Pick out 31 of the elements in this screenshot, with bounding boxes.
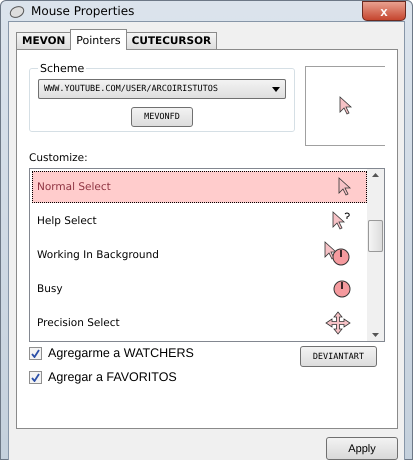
checkbox-label: Agregar a FAVORITOS bbox=[48, 370, 177, 384]
tab[interactable]: MEVON bbox=[16, 32, 72, 50]
list-item[interactable]: Precision Select bbox=[32, 307, 367, 339]
arrow-cursor-icon bbox=[338, 177, 352, 197]
move-cursor-icon bbox=[324, 311, 352, 335]
list-item[interactable]: Normal Select bbox=[32, 171, 367, 203]
tab[interactable]: Pointers bbox=[70, 29, 127, 50]
tab[interactable]: CUTECURSOR bbox=[126, 32, 218, 50]
scheme-dropdown[interactable]: WWW.YOUTUBE.COM/USER/ARCOIRISTUTOS bbox=[38, 79, 286, 99]
deviantart-button[interactable]: DEVIANTART bbox=[300, 346, 377, 367]
checkbox[interactable] bbox=[29, 346, 42, 360]
close-button[interactable]: x bbox=[362, 1, 406, 21]
scrollbar[interactable] bbox=[367, 169, 384, 341]
apply-button[interactable]: Apply bbox=[326, 437, 398, 460]
list-item[interactable]: Busy bbox=[32, 273, 367, 305]
scheme-label: Scheme bbox=[39, 62, 86, 75]
checkbox[interactable] bbox=[29, 370, 42, 384]
customize-label: Customize: bbox=[29, 152, 89, 164]
scroll-thumb[interactable] bbox=[368, 220, 383, 252]
list-item[interactable]: Help Select bbox=[32, 205, 367, 237]
scroll-down-icon[interactable] bbox=[372, 333, 379, 337]
scheme-button[interactable]: MEVONFD bbox=[131, 107, 193, 127]
window-title: Mouse Properties bbox=[31, 4, 136, 18]
scroll-up-icon[interactable] bbox=[372, 173, 379, 177]
checkbox-label: Agregarme a WATCHERS bbox=[48, 346, 194, 360]
help-cursor-icon bbox=[332, 211, 352, 231]
list-item[interactable]: Working In Background bbox=[32, 239, 367, 271]
mouse-icon bbox=[9, 4, 25, 18]
busy-cursor-icon bbox=[332, 279, 352, 299]
dropdown-arrow-icon bbox=[272, 86, 280, 92]
arrow-cursor-icon bbox=[338, 96, 352, 116]
